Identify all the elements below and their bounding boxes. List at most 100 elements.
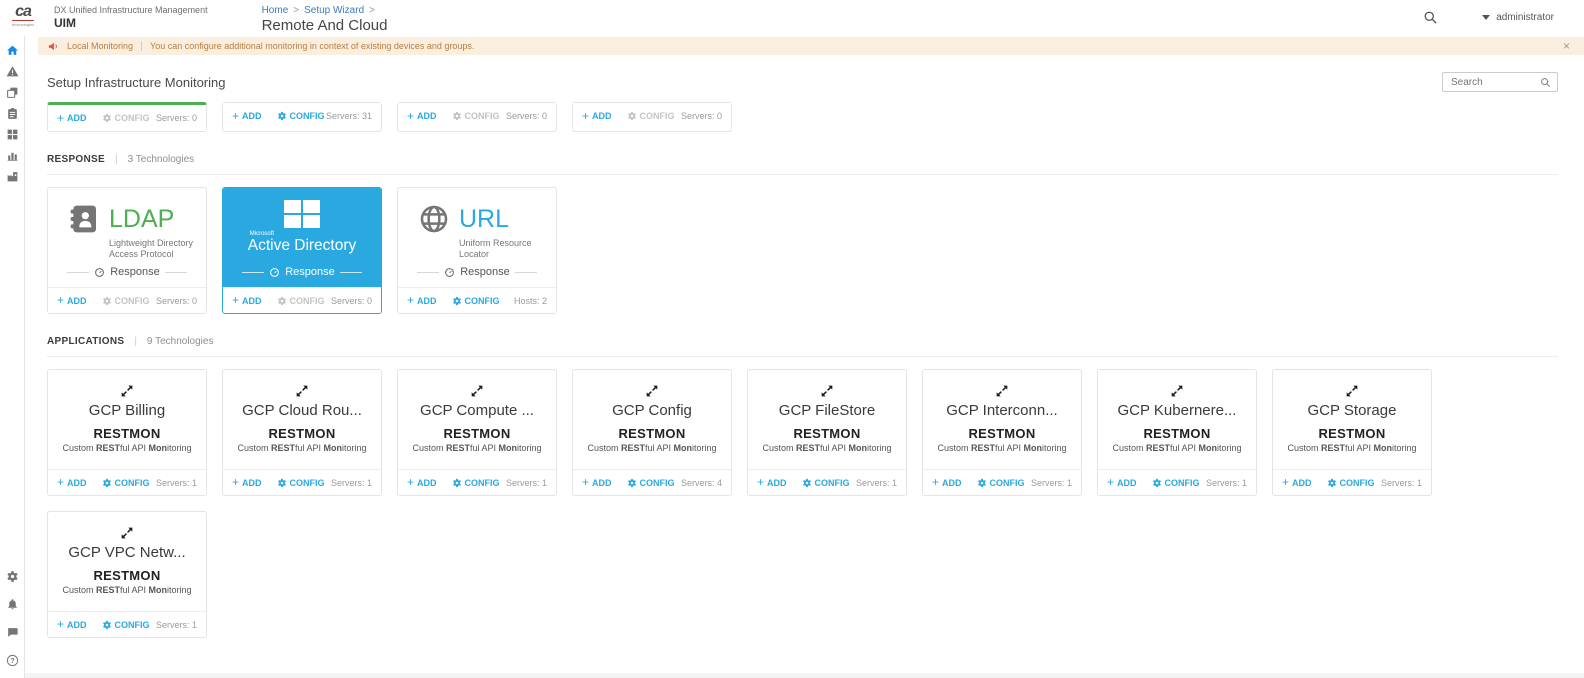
card-gcp-filestore[interactable]: GCP FileStoreRESTMONCustom RESTful API M… (747, 369, 907, 496)
gear-icon (452, 478, 462, 488)
notifications-icon[interactable] (5, 597, 19, 611)
restmon-icon (1169, 383, 1185, 399)
card-url[interactable]: URLUniform Resource LocatorResponse+ADDC… (397, 187, 557, 314)
gear-icon (1152, 478, 1162, 488)
card-grid: GCP BillingRESTMONCustom RESTful API Mon… (47, 369, 1558, 638)
add-button[interactable]: +ADD (232, 296, 262, 306)
config-button[interactable]: CONFIG (277, 111, 325, 121)
search-icon[interactable] (1540, 77, 1551, 88)
config-button[interactable]: CONFIG (102, 113, 150, 123)
card-gcp-compute[interactable]: GCP Compute ...RESTMONCustom RESTful API… (397, 369, 557, 496)
settings-icon[interactable] (5, 569, 19, 583)
card-active-directory[interactable]: MicrosoftActive DirectoryResponse+ADDCON… (222, 187, 382, 314)
add-button[interactable]: +ADD (232, 478, 262, 488)
inventory-icon[interactable] (5, 106, 19, 120)
config-button[interactable]: CONFIG (977, 478, 1025, 488)
alarms-icon[interactable] (5, 64, 19, 78)
desc-part: Custom (62, 585, 96, 595)
app-subtitle: DX Unified Infrastructure Management (54, 5, 208, 15)
add-button[interactable]: +ADD (407, 296, 437, 306)
plus-icon: + (232, 112, 239, 121)
card-gcp-storage[interactable]: GCP StorageRESTMONCustom RESTful API Mon… (1272, 369, 1432, 496)
add-button[interactable]: +ADD (57, 478, 87, 488)
add-button[interactable]: +ADD (407, 478, 437, 488)
partial-card[interactable]: +ADDCONFIGServers: 0 (397, 102, 557, 132)
windows-logo-icon (284, 200, 320, 228)
desc-part: itoring (167, 585, 192, 595)
card-gcp-interconn[interactable]: GCP Interconn...RESTMONCustom RESTful AP… (922, 369, 1082, 496)
search-input[interactable] (1449, 76, 1540, 89)
config-button[interactable]: CONFIG (102, 296, 150, 306)
groups-icon[interactable] (5, 85, 19, 99)
add-button[interactable]: +ADD (232, 111, 262, 121)
add-button[interactable]: +ADD (57, 296, 87, 306)
tech-title-row: URL (418, 203, 556, 235)
add-button[interactable]: +ADD (582, 111, 612, 121)
user-menu[interactable]: administrator (1482, 12, 1554, 23)
add-button[interactable]: +ADD (57, 620, 87, 630)
breadcrumb-link[interactable]: Home (262, 5, 289, 16)
config-label: CONFIG (290, 111, 325, 121)
reports-icon[interactable] (5, 148, 19, 162)
slm-icon[interactable] (5, 169, 19, 183)
add-label: ADD (417, 111, 437, 121)
card-body: GCP BillingRESTMONCustom RESTful API Mon… (48, 370, 206, 469)
card-gcp-kubernere[interactable]: GCP Kubernere...RESTMONCustom RESTful AP… (1097, 369, 1257, 496)
servers-count: Servers: 1 (331, 478, 372, 488)
desc-part: REST (271, 443, 295, 453)
section-divider (47, 174, 1558, 175)
page-title: Remote And Cloud (262, 17, 388, 34)
config-button[interactable]: CONFIG (627, 111, 675, 121)
restmon-icon (1344, 383, 1360, 399)
desc-part: itoring (342, 443, 367, 453)
add-button[interactable]: +ADD (57, 113, 87, 123)
dashboards-icon[interactable] (5, 127, 19, 141)
card-grid: LDAPLightweight Directory Access Protoco… (47, 187, 1558, 314)
config-button[interactable]: CONFIG (102, 478, 150, 488)
restmon-icon (819, 383, 835, 399)
breadcrumb-link[interactable]: Setup Wizard (304, 5, 364, 16)
card-ldap[interactable]: LDAPLightweight Directory Access Protoco… (47, 187, 207, 314)
plus-icon: + (407, 478, 414, 487)
config-button[interactable]: CONFIG (1327, 478, 1375, 488)
config-button[interactable]: CONFIG (802, 478, 850, 488)
globe-icon (418, 203, 450, 235)
config-button[interactable]: CONFIG (277, 296, 325, 306)
card-gcp-cloud-rou[interactable]: GCP Cloud Rou...RESTMONCustom RESTful AP… (222, 369, 382, 496)
config-button[interactable]: CONFIG (102, 620, 150, 630)
add-button[interactable]: +ADD (757, 478, 787, 488)
home-icon[interactable] (5, 43, 19, 57)
logo-text: ca (15, 4, 31, 19)
config-button[interactable]: CONFIG (452, 478, 500, 488)
config-label: CONFIG (465, 111, 500, 121)
section-count: 9 Technologies (147, 336, 214, 347)
close-icon[interactable]: × (1563, 40, 1574, 52)
card-gcp-config[interactable]: GCP ConfigRESTMONCustom RESTful API Moni… (572, 369, 732, 496)
config-button[interactable]: CONFIG (627, 478, 675, 488)
add-button[interactable]: +ADD (407, 111, 437, 121)
config-button[interactable]: CONFIG (452, 296, 500, 306)
add-button[interactable]: +ADD (1282, 478, 1312, 488)
feedback-icon[interactable] (5, 625, 19, 639)
svg-text:?: ? (10, 657, 14, 664)
config-label: CONFIG (465, 478, 500, 488)
add-button[interactable]: +ADD (1107, 478, 1137, 488)
config-button[interactable]: CONFIG (277, 478, 325, 488)
add-label: ADD (67, 620, 87, 630)
partial-card[interactable]: +ADDCONFIGServers: 0 (572, 102, 732, 132)
add-button[interactable]: +ADD (932, 478, 962, 488)
desc-part: Mon (674, 443, 693, 453)
search-icon[interactable] (1423, 10, 1438, 25)
card-gcp-billing[interactable]: GCP BillingRESTMONCustom RESTful API Mon… (47, 369, 207, 496)
card-body: GCP Cloud Rou...RESTMONCustom RESTful AP… (223, 370, 381, 469)
partial-card[interactable]: +ADDCONFIGServers: 0 (47, 102, 207, 132)
horizontal-scrollbar[interactable] (25, 673, 1584, 678)
add-button[interactable]: +ADD (582, 478, 612, 488)
card-gcp-vpc-netw[interactable]: GCP VPC Netw...RESTMONCustom RESTful API… (47, 511, 207, 638)
help-icon[interactable]: ? (5, 653, 19, 667)
servers-count: Servers: 1 (856, 478, 897, 488)
config-button[interactable]: CONFIG (1152, 478, 1200, 488)
desc-part: Custom (762, 443, 796, 453)
config-button[interactable]: CONFIG (452, 111, 500, 121)
partial-card[interactable]: +ADDCONFIGServers: 31 (222, 102, 382, 132)
